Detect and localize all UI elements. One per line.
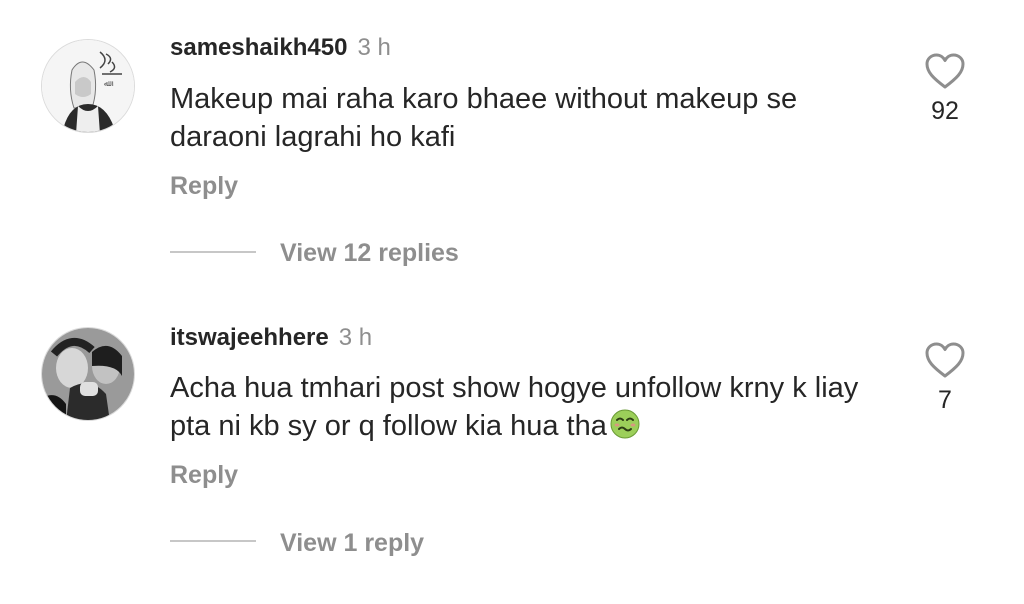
timestamp: 3 h	[357, 34, 391, 61]
avatar[interactable]: ﷲ	[41, 39, 135, 133]
view-replies-button[interactable]: View 1 reply	[280, 528, 424, 558]
comment-header: itswajeehhere 3 h	[170, 324, 372, 352]
avatar[interactable]	[41, 327, 135, 421]
username[interactable]: sameshaikh450	[170, 34, 347, 61]
comment-text: Makeup mai raha karo bhaee without makeu…	[170, 83, 798, 153]
nauseated-face-emoji	[610, 409, 640, 439]
username[interactable]: itswajeehhere	[170, 324, 329, 351]
comment-header: sameshaikh450 3 h	[170, 34, 391, 62]
heart-outline-icon[interactable]	[924, 52, 966, 90]
replies-divider	[170, 251, 256, 253]
comment-text-body: Acha hua tmhari post show hogye unfollow…	[170, 372, 859, 442]
like-count: 7	[938, 386, 952, 414]
like-control: 92	[920, 52, 970, 126]
heart-outline-icon[interactable]	[924, 341, 966, 379]
reply-button[interactable]: Reply	[170, 460, 238, 490]
like-control: 7	[920, 341, 970, 415]
timestamp: 3 h	[338, 324, 373, 351]
replies-divider	[170, 540, 256, 542]
like-count: 92	[931, 97, 959, 125]
reply-button[interactable]: Reply	[170, 171, 238, 201]
view-replies-button[interactable]: View 12 replies	[280, 238, 459, 268]
comment-text: Acha hua tmhari post show hogye unfollow…	[170, 369, 890, 445]
